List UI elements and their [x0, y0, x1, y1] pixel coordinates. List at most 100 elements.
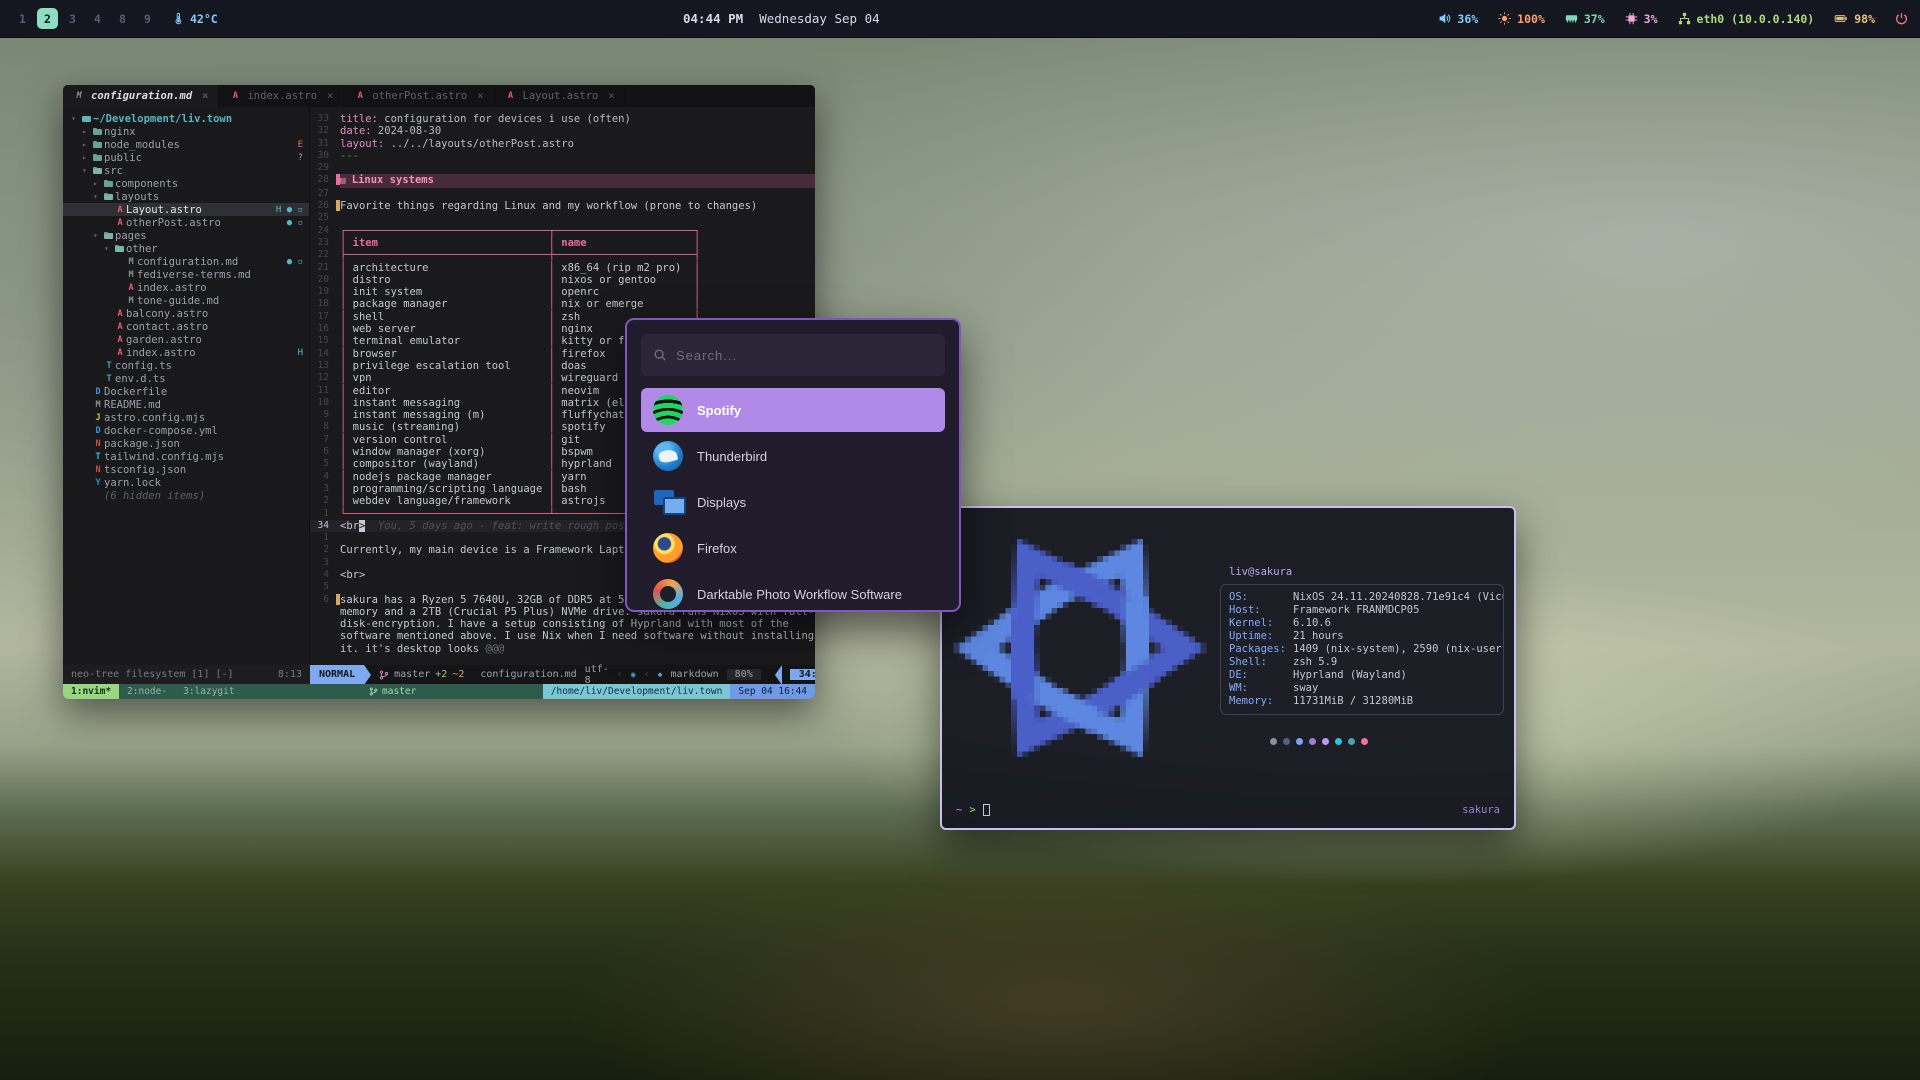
tmux-window[interactable]: 2:node- [119, 684, 175, 699]
ram-icon [1565, 12, 1578, 25]
network-module[interactable]: eth0 (10.0.0.140) [1678, 12, 1815, 26]
tree-item[interactable]: README.md [63, 398, 309, 411]
search-input[interactable] [676, 348, 933, 363]
line-number: 34 [310, 520, 336, 532]
line-number: 26 [310, 200, 336, 212]
tree-item[interactable]: ▾ ~/Development/liv.town [63, 112, 309, 125]
line-number: 18 [310, 298, 336, 310]
workspace-button[interactable]: 8 [112, 8, 133, 29]
buffer-line[interactable]: 26Favorite things regarding Linux and my… [310, 200, 815, 212]
tree-item[interactable]: index.astro H [63, 346, 309, 359]
tree-item[interactable]: ▾ other [63, 242, 309, 255]
buffer-tab[interactable]: Layout.astro × [495, 85, 626, 107]
tree-item[interactable]: ▾ layouts [63, 190, 309, 203]
info-key: Uptime: [1229, 630, 1293, 643]
buffer-tab[interactable]: configuration.md × [63, 85, 219, 107]
buffer-line[interactable]: 21│ architecture │ x86_64 (rip m2 pro) │ [310, 262, 815, 274]
buffer-line[interactable]: 23│ item │ name │ [310, 237, 815, 249]
tree-item[interactable]: otherPost.astro ● ▫ [63, 216, 309, 229]
file-name: yarn.lock [104, 477, 161, 489]
tree-item[interactable]: (6 hidden items) [63, 489, 309, 502]
power-button[interactable] [1895, 12, 1908, 25]
tab-close-icon[interactable]: × [477, 90, 483, 102]
launcher-item[interactable]: Darktable Photo Workflow Software [641, 572, 945, 612]
git-status-badge: H ● ▫ [276, 205, 309, 215]
file-icon [92, 152, 104, 163]
tree-item[interactable]: package.json [63, 437, 309, 450]
tree-item[interactable]: contact.astro [63, 320, 309, 333]
tree-item[interactable]: Dockerfile [63, 385, 309, 398]
buffer-line[interactable]: 33title: configuration for devices i use… [310, 113, 815, 125]
workspace-button[interactable]: 2 [37, 8, 58, 29]
launcher-item[interactable]: Spotify [641, 388, 945, 432]
tmux-window[interactable]: 3:lazygit [175, 684, 242, 699]
statusline-filename: configuration.md [472, 665, 584, 684]
tree-item[interactable]: ▸ nginx [63, 125, 309, 138]
tree-item[interactable]: ▸ public ? [63, 151, 309, 164]
buffer-tabline: configuration.md × index.astro × otherPo… [63, 85, 815, 107]
workspace-button[interactable]: 3 [62, 8, 83, 29]
buffer-line[interactable]: 29 [310, 162, 815, 174]
workspace-button[interactable]: 4 [87, 8, 108, 29]
line-number: 4 [310, 471, 336, 483]
launcher-item[interactable]: Displays [641, 480, 945, 524]
buffer-tab[interactable]: otherPost.astro × [344, 85, 494, 107]
chevron-icon: ▾ [93, 192, 103, 201]
tree-item[interactable]: docker-compose.yml [63, 424, 309, 437]
line-number: 2 [310, 544, 336, 556]
tree-item[interactable]: config.ts [63, 359, 309, 372]
launcher-results: Spotify Thunderbird Displays Firefox Dar… [641, 388, 945, 612]
buffer-line[interactable]: 32date: 2024-08-30 [310, 125, 815, 137]
tree-item[interactable]: tailwind.config.mjs [63, 450, 309, 463]
filetype-icon [354, 91, 366, 102]
buffer-line[interactable]: 31layout: ../../layouts/otherPost.astro [310, 138, 815, 150]
tree-item[interactable]: garden.astro [63, 333, 309, 346]
buffer-line[interactable]: 27 [310, 188, 815, 200]
tmux-branch-name: master [382, 686, 416, 697]
volume-module[interactable]: 36% [1438, 12, 1478, 26]
buffer-line[interactable]: 25 [310, 212, 815, 224]
tree-item[interactable]: configuration.md ● ▫ [63, 255, 309, 268]
buffer-line[interactable]: 19│ init system │ openrc │ [310, 286, 815, 298]
tree-item[interactable]: astro.config.mjs [63, 411, 309, 424]
tree-item[interactable]: tsconfig.json [63, 463, 309, 476]
buffer-line[interactable]: 30--- [310, 150, 815, 162]
tree-item[interactable]: yarn.lock [63, 476, 309, 489]
statusline: neo-tree filesystem [1] [-] 8:13 NORMAL … [63, 665, 815, 684]
file-name: Layout.astro [126, 204, 202, 216]
tree-item[interactable]: index.astro [63, 281, 309, 294]
buffer-line[interactable]: 22├────────────────────────────────┼────… [310, 249, 815, 261]
tree-item[interactable]: env.d.ts [63, 372, 309, 385]
buffer-line[interactable]: 28▤ Linux systems [310, 174, 815, 187]
buffer-line[interactable]: 24┌────────────────────────────────┬────… [310, 225, 815, 237]
line-number: 23 [310, 237, 336, 249]
workspace-button[interactable]: 9 [137, 8, 158, 29]
sign-column [336, 557, 340, 568]
tree-item[interactable]: ▸ components [63, 177, 309, 190]
tree-item[interactable]: Layout.astro H ● ▫ [63, 203, 309, 216]
tree-item[interactable]: ▸ node_modules E [63, 138, 309, 151]
tree-item[interactable]: balcony.astro [63, 307, 309, 320]
buffer-tab[interactable]: index.astro × [219, 85, 344, 107]
launcher-item[interactable]: Thunderbird [641, 434, 945, 478]
workspace-button[interactable]: 1 [12, 8, 33, 29]
file-icon [92, 126, 104, 137]
shell-prompt[interactable]: ~ > [956, 804, 990, 816]
file-icon [114, 308, 126, 319]
buffer-line[interactable]: 20│ distro │ nixos or gentoo │ [310, 274, 815, 286]
tab-close-icon[interactable]: × [608, 90, 614, 102]
terminal-cursor [983, 804, 990, 816]
tab-close-icon[interactable]: × [327, 90, 333, 102]
separator: ‹ [644, 669, 650, 680]
launcher-item[interactable]: Firefox [641, 526, 945, 570]
tree-item[interactable]: ▾ pages [63, 229, 309, 242]
brightness-module[interactable]: 100% [1498, 12, 1545, 26]
file-name: src [104, 165, 123, 177]
tree-item[interactable]: ▾ src [63, 164, 309, 177]
progress-indicator: 80% [727, 669, 761, 680]
tab-close-icon[interactable]: × [202, 90, 208, 102]
tree-item[interactable]: tone-guide.md [63, 294, 309, 307]
tree-item[interactable]: fediverse-terms.md [63, 268, 309, 281]
tmux-window[interactable]: 1:nvim* [63, 684, 119, 699]
buffer-line[interactable]: 18│ package manager │ nix or emerge │ [310, 298, 815, 310]
